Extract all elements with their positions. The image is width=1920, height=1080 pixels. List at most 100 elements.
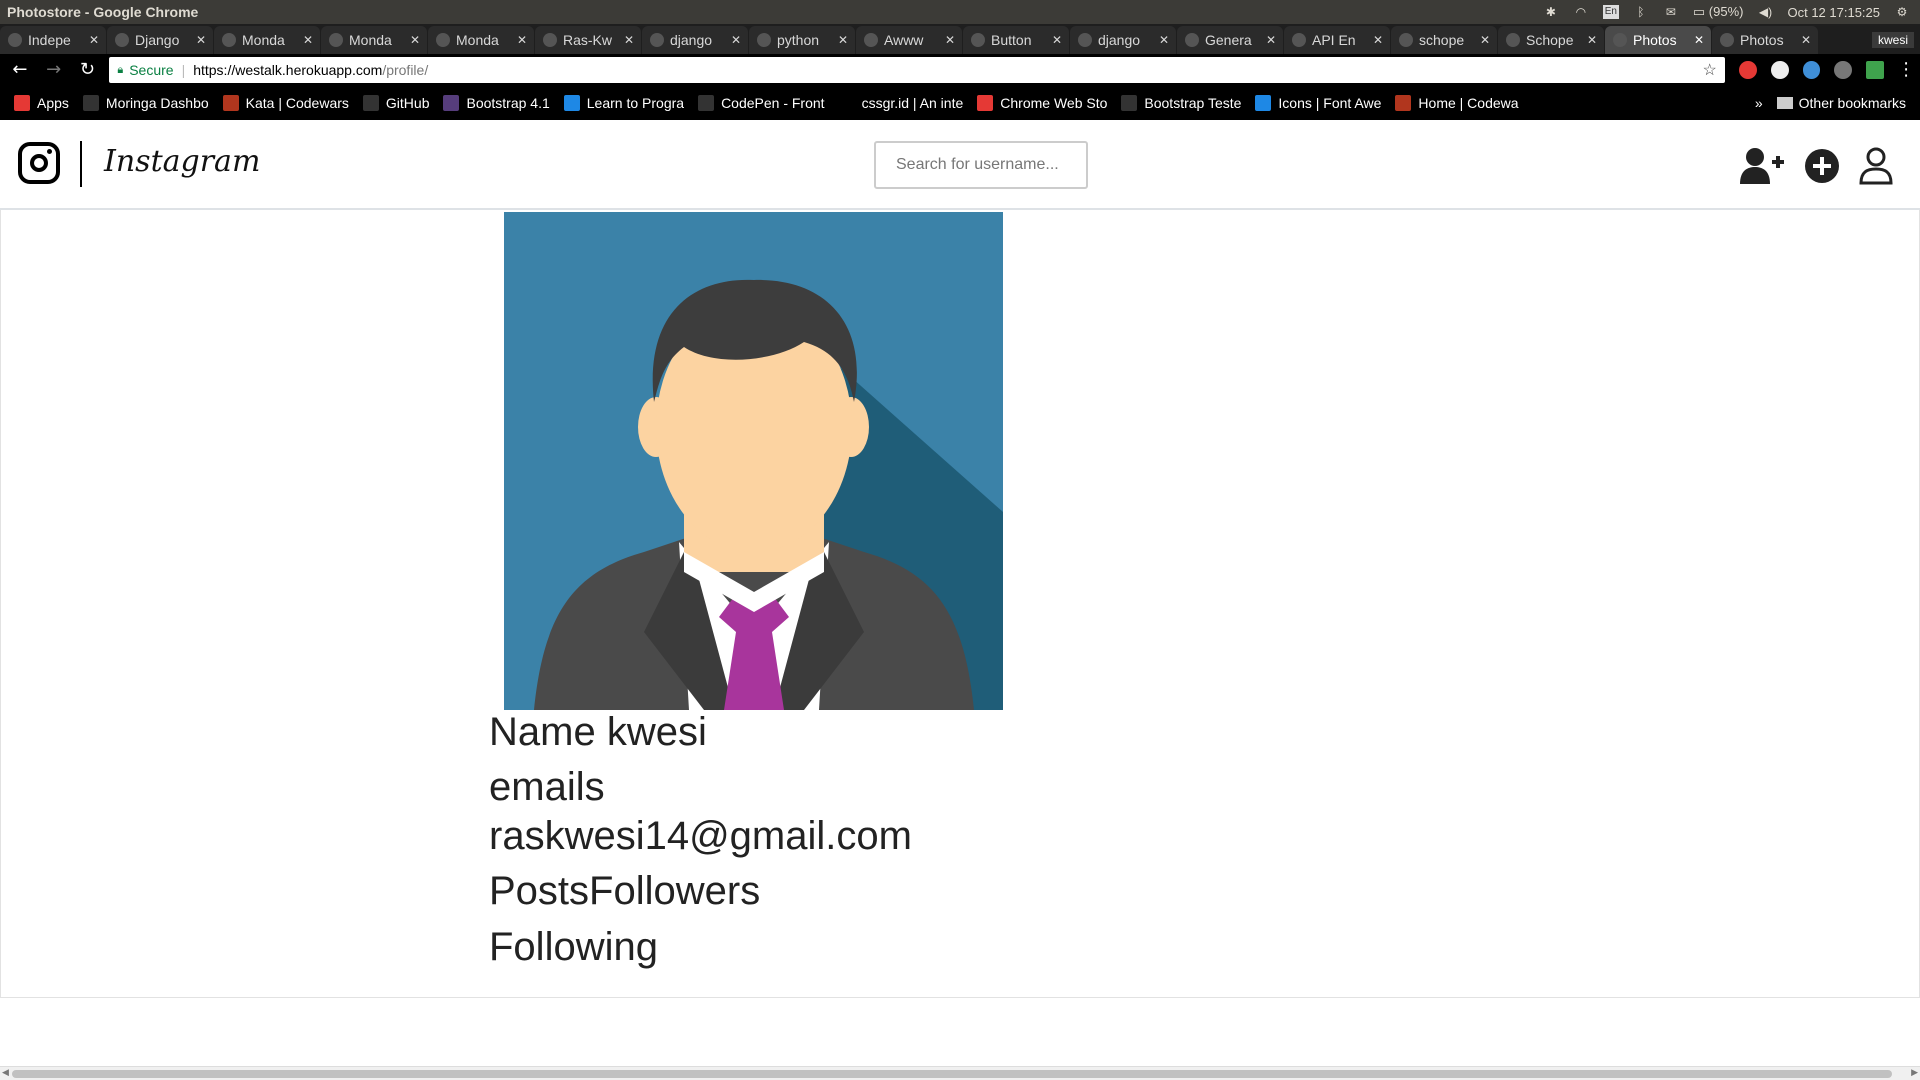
horizontal-scrollbar[interactable]: ◀ ▶	[0, 1066, 1920, 1080]
add-user-icon[interactable]	[1740, 146, 1784, 186]
bookmark-item[interactable]: Icons | Font Awe	[1255, 95, 1381, 111]
username-search-input[interactable]	[874, 141, 1088, 189]
browser-tab[interactable]: Monda ✕	[428, 26, 534, 54]
back-button[interactable]: ←	[6, 56, 34, 84]
power-gear-icon[interactable]: ⚙	[1894, 5, 1910, 19]
tab-favicon-icon	[971, 33, 985, 47]
profile-avatar[interactable]	[504, 212, 1003, 710]
bookmark-item[interactable]: cssgr.id | An inte	[838, 95, 964, 111]
bookmark-item[interactable]: Apps	[14, 95, 69, 111]
os-top-bar: Photostore - Google Chrome ✱ ◠ En ᛒ ✉ ▭ …	[0, 0, 1920, 24]
tab-close-icon[interactable]: ✕	[409, 33, 421, 47]
tab-close-icon[interactable]: ✕	[1800, 33, 1812, 47]
tab-favicon-icon	[115, 33, 129, 47]
bookmark-label: cssgr.id | An inte	[861, 95, 964, 111]
browser-tab[interactable]: API En ✕	[1284, 26, 1390, 54]
opera-extension-icon[interactable]	[1738, 61, 1757, 79]
logo-divider	[80, 141, 82, 187]
browser-tab[interactable]: Schope ✕	[1498, 26, 1604, 54]
chrome-menu-icon[interactable]: ⋮	[1892, 56, 1920, 84]
browser-tab[interactable]: Monda ✕	[321, 26, 427, 54]
browser-tab[interactable]: python ✕	[749, 26, 855, 54]
bookmark-item[interactable]: Moringa Dashbo	[82, 95, 209, 111]
profile-chip[interactable]: kwesi	[1871, 32, 1914, 48]
bookmark-star-icon[interactable]: ☆	[1703, 60, 1717, 80]
keyboard-layout-indicator[interactable]: En	[1602, 5, 1619, 19]
browser-tab[interactable]: Button ✕	[963, 26, 1069, 54]
browser-tab[interactable]: Photos ✕	[1712, 26, 1818, 54]
scrollbar-thumb[interactable]	[12, 1070, 1892, 1078]
bookmark-item[interactable]: CodePen - Front	[698, 95, 825, 111]
tab-close-icon[interactable]: ✕	[837, 33, 849, 47]
bookmark-item[interactable]: GitHub	[362, 95, 429, 111]
bookmark-label: CodePen - Front	[721, 95, 825, 111]
folder-icon	[1776, 97, 1793, 109]
browser-tab[interactable]: schope ✕	[1391, 26, 1497, 54]
tab-close-icon[interactable]: ✕	[1586, 33, 1598, 47]
system-tray: ✱ ◠ En ᛒ ✉ ▭ (95%) ◀) Oct 12 17:15:25 ⚙	[1543, 4, 1910, 20]
diamond-extension-icon[interactable]	[1802, 61, 1821, 79]
bookmark-item[interactable]: Home | Codewa	[1395, 95, 1519, 111]
mail-icon[interactable]: ✉	[1663, 5, 1679, 19]
tab-close-icon[interactable]: ✕	[730, 33, 742, 47]
browser-tab[interactable]: Django ✕	[107, 26, 213, 54]
tab-close-icon[interactable]: ✕	[623, 33, 635, 47]
forward-button[interactable]: →	[40, 56, 68, 84]
clock[interactable]: Oct 12 17:15:25	[1787, 5, 1880, 20]
bookmark-item[interactable]: Learn to Progra	[563, 95, 684, 111]
browser-tab[interactable]: Awww ✕	[856, 26, 962, 54]
bluetooth-icon[interactable]: ᛒ	[1633, 5, 1649, 19]
browser-tab[interactable]: django ✕	[1070, 26, 1176, 54]
browser-tab[interactable]: django ✕	[642, 26, 748, 54]
tab-close-icon[interactable]: ✕	[302, 33, 314, 47]
browser-tab[interactable]: Photos ✕	[1605, 26, 1711, 54]
bookmarks-overflow-button[interactable]: »	[1755, 95, 1763, 111]
bookmark-favicon-icon	[82, 95, 99, 111]
tab-close-icon[interactable]: ✕	[944, 33, 956, 47]
address-bar[interactable]: 🔒︎ Secure | https://westalk.herokuapp.co…	[109, 57, 1725, 83]
bookmark-item[interactable]: Bootstrap 4.1	[443, 95, 550, 111]
white-extension-icon[interactable]	[1770, 61, 1789, 79]
instagram-wordmark[interactable]: Instagram	[104, 144, 260, 179]
tab-close-icon[interactable]: ✕	[1372, 33, 1384, 47]
tab-close-icon[interactable]: ✕	[1265, 33, 1277, 47]
bookmark-item[interactable]: Kata | Codewars	[222, 95, 349, 111]
plus-circle-icon[interactable]	[1802, 146, 1842, 186]
camera-extension-icon[interactable]	[1834, 61, 1853, 79]
posts-followers-line: PostsFollowers	[489, 869, 761, 913]
browser-tab[interactable]: Indepe ✕	[0, 26, 106, 54]
tab-close-icon[interactable]: ✕	[1693, 33, 1705, 47]
tab-close-icon[interactable]: ✕	[1479, 33, 1491, 47]
browser-tab[interactable]: Monda ✕	[214, 26, 320, 54]
tab-label: Ras-Kw	[563, 32, 613, 48]
user-icon[interactable]	[1856, 146, 1896, 186]
wifi-icon[interactable]: ◠	[1573, 5, 1589, 19]
volume-icon[interactable]: ◀)	[1757, 5, 1773, 19]
bookmark-label: Kata | Codewars	[245, 95, 349, 111]
tab-close-icon[interactable]: ✕	[195, 33, 207, 47]
site-navbar: Instagram	[0, 120, 1920, 210]
bookmark-favicon-icon	[1121, 95, 1138, 111]
following-line: Following	[489, 925, 658, 969]
reload-button[interactable]: ↻	[74, 56, 102, 84]
scroll-right-icon[interactable]: ▶	[1911, 1068, 1918, 1078]
tab-close-icon[interactable]: ✕	[88, 33, 100, 47]
tab-close-icon[interactable]: ✕	[516, 33, 528, 47]
battery-indicator[interactable]: ▭ (95%)	[1693, 4, 1744, 20]
tab-favicon-icon	[543, 33, 557, 47]
tab-favicon-icon	[222, 33, 236, 47]
tab-close-icon[interactable]: ✕	[1158, 33, 1170, 47]
download-extension-icon[interactable]	[1866, 61, 1885, 79]
bookmarks-bar: Apps Moringa Dashbo Kata | Codewars GitHub B…	[0, 86, 1920, 120]
browser-tab[interactable]: Ras-Kw ✕	[535, 26, 641, 54]
bookmark-label: Chrome Web Sto	[1000, 95, 1108, 111]
tab-label: Photos	[1633, 32, 1677, 48]
bookmark-item[interactable]: Chrome Web Sto	[977, 95, 1107, 111]
settings-icon[interactable]: ✱	[1543, 5, 1559, 19]
tab-close-icon[interactable]: ✕	[1051, 33, 1063, 47]
scroll-left-icon[interactable]: ◀	[2, 1068, 9, 1078]
other-bookmarks-folder[interactable]: Other bookmarks	[1776, 95, 1906, 111]
bookmark-item[interactable]: Bootstrap Teste	[1121, 95, 1241, 111]
instagram-camera-icon[interactable]	[18, 142, 60, 184]
browser-tab[interactable]: Genera ✕	[1177, 26, 1283, 54]
